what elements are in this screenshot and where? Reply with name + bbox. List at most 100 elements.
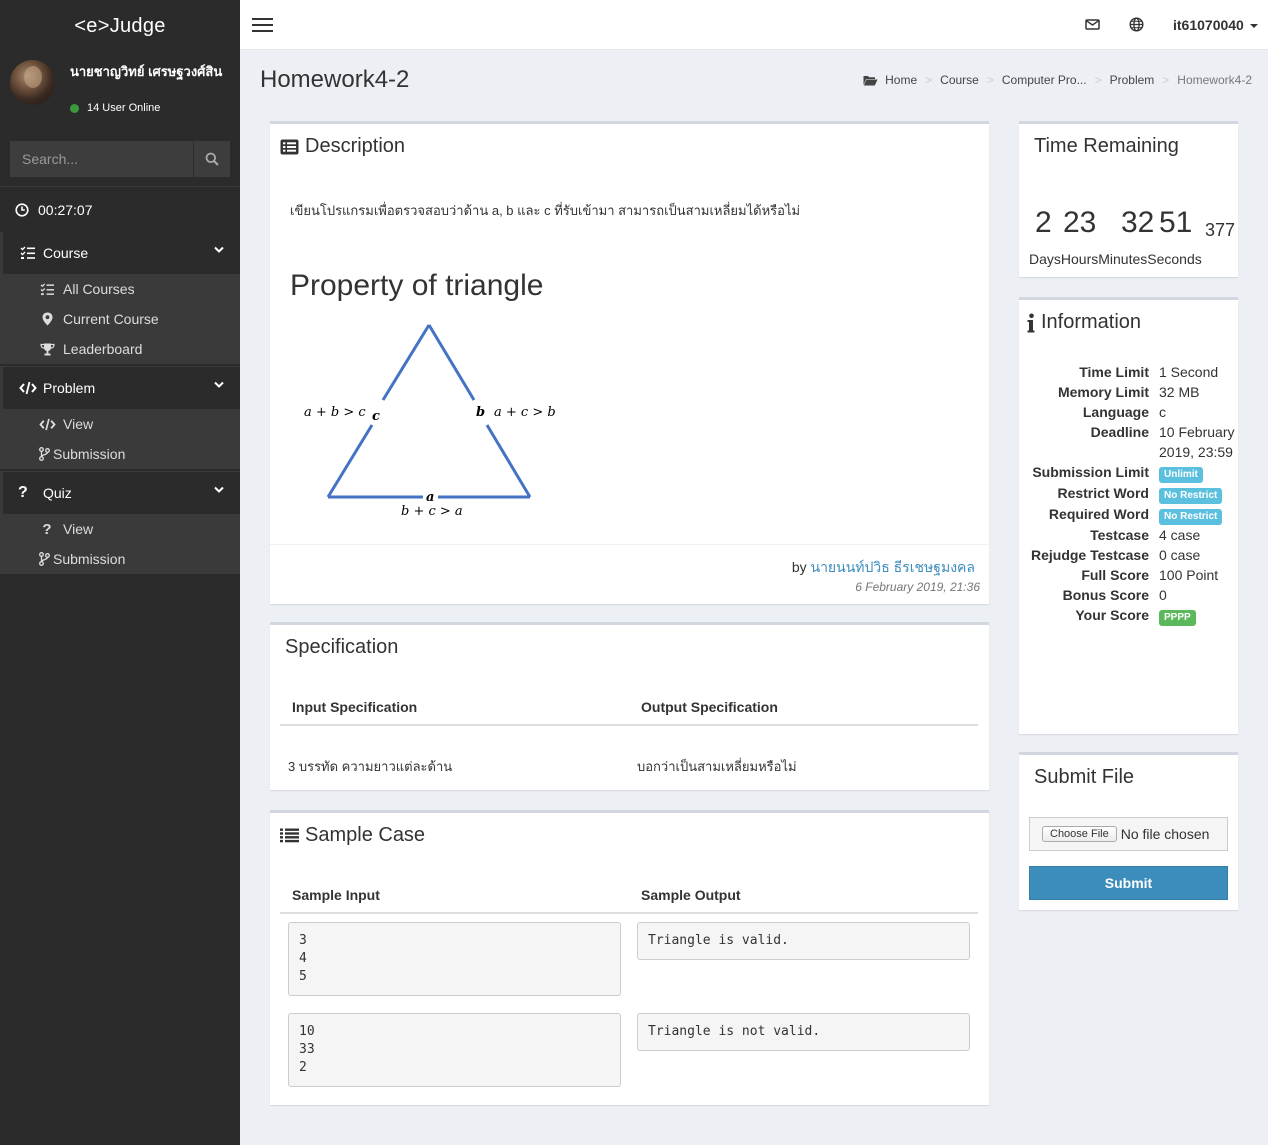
specification-box: Specification Input Specification Output…: [270, 622, 989, 790]
trophy-icon: [39, 343, 55, 355]
choose-file-button[interactable]: Choose File: [1042, 826, 1117, 842]
online-count: 14 User Online: [87, 102, 161, 114]
user-panel: นายชาญวิทย์ เศรษฐวงศ์สิน 14 User Online: [0, 50, 240, 130]
sample-input-2: 10 33 2: [288, 1013, 621, 1087]
information-title: Information: [1041, 311, 1142, 333]
menu-header-problem[interactable]: Problem: [3, 367, 240, 409]
specification-table: Input Specification Output Specification…: [280, 689, 978, 777]
status-badge: No Restrict: [1159, 488, 1223, 504]
author-line: by นายนนท์ปวิธ ธีรเชษฐมงคล: [792, 557, 975, 579]
menu-header-course[interactable]: Course: [3, 232, 240, 274]
mail-icon[interactable]: [1085, 17, 1100, 32]
code-branch-icon: [38, 447, 50, 461]
countdown-values: 2 23 32 51 377: [1029, 204, 1235, 244]
sidebar-item-label: All Courses: [63, 281, 135, 297]
countdown-hours: 23: [1063, 206, 1097, 239]
tasks-icon: [20, 246, 35, 259]
time-remaining-title: Time Remaining: [1034, 135, 1179, 157]
sidebar-item-leaderboard[interactable]: Leaderboard: [3, 334, 240, 364]
information-header: Information: [1027, 311, 1141, 334]
sidebar-item-all-courses[interactable]: All Courses: [3, 274, 240, 304]
information-box: Information Time Limit 1 Second Memory Li…: [1019, 297, 1238, 734]
info-row: Time Limit 1 Second: [1079, 364, 1219, 380]
sidebar-item-label: Submission: [53, 551, 126, 567]
question-icon: ?: [18, 484, 28, 501]
info-row: Your Score PPPP: [1019, 605, 1239, 626]
sidebar-item-problem-view[interactable]: View: [3, 409, 240, 439]
code-branch-icon: [38, 552, 50, 566]
sidebar-item-quiz-view[interactable]: ? View: [3, 514, 240, 544]
countdown-days: 2: [1035, 206, 1052, 239]
elapsed-timer: 00:27:07: [0, 187, 240, 232]
right-inequality: a + c > b: [494, 405, 556, 420]
sample-case-title: Sample Case: [305, 824, 426, 846]
tasks-icon: [40, 282, 54, 295]
triangle-diagram: a + b > c c b a + c > b a b + c > a: [304, 324, 556, 519]
bottom-side-var: a: [426, 490, 434, 505]
sidebar-item-current-course[interactable]: Current Course: [3, 304, 240, 334]
bottom-inequality: b + c > a: [401, 504, 463, 519]
sample-case-header: Sample Case: [280, 824, 425, 847]
info-row: Required Word No Restrict: [1019, 504, 1239, 525]
menu-toggle-icon[interactable]: [252, 17, 273, 33]
breadcrumb-course[interactable]: Course: [940, 73, 979, 87]
countdown-ms: 377: [1205, 220, 1236, 240]
time-remaining-box: Time Remaining 2 23 32 51 377 DaysHoursM…: [1019, 121, 1238, 277]
file-input[interactable]: Choose File No file chosen: [1029, 817, 1228, 851]
info-row: Full Score 100 Point: [1081, 567, 1219, 583]
user-menu[interactable]: it61070040: [1173, 17, 1258, 33]
menu-quiz-label: Quiz: [43, 485, 72, 501]
menu-course-label: Course: [43, 245, 89, 261]
submit-button[interactable]: Submit: [1029, 866, 1228, 900]
sidebar-item-label: Current Course: [63, 311, 159, 327]
breadcrumb-problem[interactable]: Problem: [1110, 73, 1155, 87]
sidebar-item-label: View: [63, 416, 94, 432]
info-row: Language c: [1082, 404, 1166, 420]
description-title: Description: [305, 135, 406, 157]
elapsed-time: 00:27:07: [38, 201, 93, 218]
code-icon: [38, 418, 56, 430]
sample-table: Sample Input Sample Output: [280, 877, 978, 914]
app-logo[interactable]: <e>Judge: [0, 0, 240, 50]
menu-course: Course All Courses Current Course Leader…: [0, 232, 240, 364]
breadcrumb-computer-pro[interactable]: Computer Pro...: [1002, 73, 1087, 87]
folder-open-icon: [863, 75, 878, 85]
code-icon: [19, 381, 37, 395]
sample-case-box: Sample Case Sample Input Sample Output 3…: [270, 810, 989, 1105]
countdown-labels: DaysHoursMinutesSeconds: [1029, 251, 1202, 267]
menu-header-quiz[interactable]: ? Quiz: [3, 472, 240, 514]
menu-problem: Problem View Submission: [0, 366, 240, 469]
output-spec-header: Output Specification: [629, 689, 978, 726]
left-side-var: c: [372, 409, 380, 424]
menu-problem-label: Problem: [43, 380, 96, 396]
user-name: นายชาญวิทย์ เศรษฐวงศ์สิน: [70, 64, 223, 79]
list-alt-icon: [280, 139, 299, 154]
author-link[interactable]: นายนนท์ปวิธ ธีรเชษฐมงคล: [811, 559, 976, 575]
sidebar-item-label: Submission: [53, 446, 126, 462]
submit-file-box: Submit File Choose File No file chosen S…: [1019, 752, 1238, 910]
breadcrumb: Home > Course > Computer Pro... > Proble…: [863, 73, 1252, 87]
countdown-minutes: 32: [1121, 206, 1155, 239]
status-badge: Unlimit: [1159, 467, 1203, 483]
description-box: Description เขียนโปรแกรมเพื่อตรวจสอบว่าด…: [270, 121, 990, 604]
search-button[interactable]: [193, 141, 230, 177]
menu-quiz: ? Quiz ? View Submission: [0, 471, 240, 574]
sample-input-1: 3 4 5: [288, 922, 621, 996]
search-input[interactable]: [10, 141, 193, 177]
chevron-down-icon: [214, 486, 224, 493]
breadcrumb-home[interactable]: Home: [885, 73, 917, 87]
sidebar-item-problem-submission[interactable]: Submission: [3, 439, 240, 469]
info-row: Rejudge Testcase 0 case: [1030, 547, 1201, 563]
online-status: 14 User Online: [70, 102, 160, 114]
sidebar-item-quiz-submission[interactable]: Submission: [3, 544, 240, 574]
map-marker-icon: [42, 312, 52, 326]
description-text: เขียนโปรแกรมเพื่อตรวจสอบว่าด้าน a, b และ…: [290, 203, 801, 218]
sidebar: <e>Judge นายชาญวิทย์ เศรษฐวงศ์สิน 14 Use…: [0, 0, 240, 1145]
chevron-down-icon: [214, 381, 224, 388]
online-dot-icon: [70, 103, 79, 113]
search-icon: [205, 152, 219, 166]
clock-icon: [15, 202, 29, 217]
specification-header: Specification: [285, 636, 399, 658]
status-badge: No Restrict: [1159, 509, 1223, 525]
globe-icon[interactable]: [1129, 17, 1144, 32]
